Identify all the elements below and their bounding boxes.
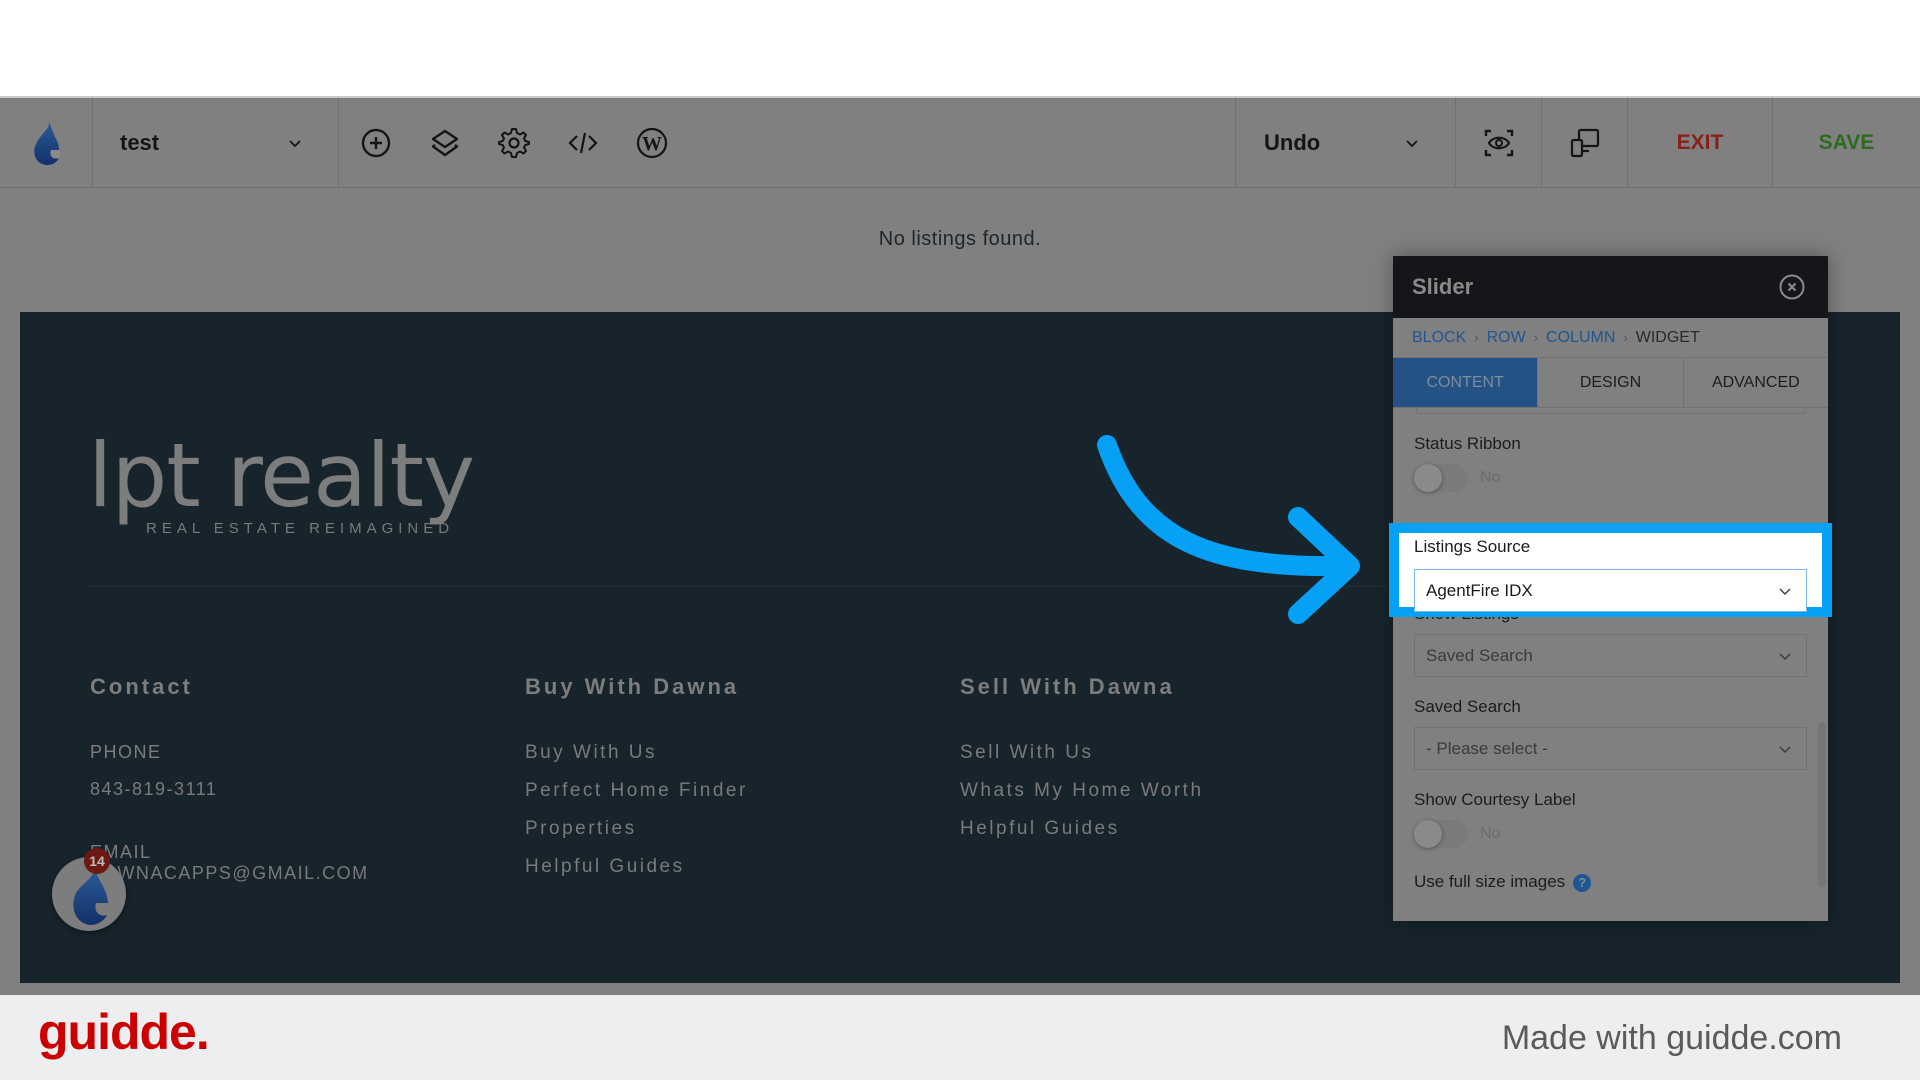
buy-column: Buy With Dawna Buy With Us Perfect Home …: [525, 674, 748, 894]
footer-link[interactable]: Sell With Us: [960, 742, 1204, 764]
no-listings-message: No listings found.: [878, 228, 1042, 250]
footer-link[interactable]: Helpful Guides: [960, 818, 1204, 840]
notification-badge: 14: [84, 848, 110, 874]
responsive-devices-icon: [1570, 128, 1599, 157]
flame-logo-icon: [34, 119, 61, 165]
layers-button[interactable]: [424, 122, 466, 164]
show-courtesy-label-field: Show Courtesy Label No: [1414, 790, 1807, 848]
logo-button[interactable]: [0, 98, 93, 187]
footer-link[interactable]: Whats My Home Worth: [960, 780, 1204, 802]
preview-eye-icon: [1484, 129, 1513, 156]
saved-search-field: Saved Search - Please select -: [1414, 697, 1807, 770]
page-selector-dropdown[interactable]: test: [93, 98, 339, 187]
use-full-size-images-text: Use full size images: [1414, 872, 1566, 891]
breadcrumb-separator-icon: ›: [1533, 330, 1539, 345]
toolbar-tools: W: [339, 98, 1236, 187]
chevron-down-icon: [1779, 746, 1791, 753]
responsive-view-button[interactable]: [1542, 98, 1628, 187]
saved-search-select[interactable]: - Please select -: [1414, 727, 1807, 770]
page-selector-label: test: [120, 129, 160, 155]
tab-content[interactable]: CONTENT: [1393, 358, 1539, 407]
status-ribbon-toggle[interactable]: [1414, 464, 1468, 492]
made-with-guidde: Made with guidde.com: [1501, 1019, 1842, 1057]
gear-icon: [498, 127, 530, 158]
show-courtesy-label-toggle[interactable]: [1414, 820, 1468, 848]
email-value[interactable]: DAWNACAPPS@GMAIL.COM: [90, 863, 369, 884]
footer-link[interactable]: Buy With Us: [525, 742, 748, 764]
chevron-down-icon: [1779, 653, 1791, 660]
status-ribbon-label: Status Ribbon: [1414, 434, 1521, 453]
listings-source-select[interactable]: AgentFire IDX: [1414, 569, 1807, 612]
saved-search-value: - Please select -: [1426, 738, 1548, 758]
sell-column: Sell With Dawna Sell With Us Whats My Ho…: [960, 674, 1204, 856]
email-label: EMAIL: [90, 842, 152, 862]
code-icon: [568, 132, 598, 153]
preview-button[interactable]: [1456, 98, 1542, 187]
breadcrumb-separator-icon: ›: [1623, 330, 1628, 345]
chevron-down-icon: [1779, 588, 1791, 595]
panel-header: Slider: [1393, 256, 1828, 318]
undo-label: Undo: [1264, 129, 1321, 155]
panel-body: Status Ribbon No Show Listings Saved Sea…: [1393, 408, 1828, 892]
top-blank-strip: [0, 0, 1920, 96]
panel-title: Slider: [1412, 274, 1474, 299]
show-courtesy-label-label: Show Courtesy Label: [1414, 790, 1576, 809]
chevron-down-icon: [289, 139, 301, 147]
chevron-down-icon: [1406, 139, 1418, 147]
phone-value[interactable]: 843-819-3111: [90, 779, 369, 800]
phone-label: PHONE: [90, 742, 162, 762]
listings-source-value: AgentFire IDX: [1426, 580, 1533, 600]
show-courtesy-label-value: No: [1480, 825, 1501, 842]
tab-design[interactable]: DESIGN: [1538, 358, 1684, 407]
help-icon[interactable]: ?: [1573, 873, 1592, 892]
footer-link[interactable]: Helpful Guides: [525, 856, 748, 878]
panel-scrollbar[interactable]: [1818, 722, 1826, 887]
footer-link[interactable]: Perfect Home Finder: [525, 780, 748, 802]
breadcrumb: BLOCK › ROW › COLUMN › WIDGET: [1393, 318, 1828, 358]
breadcrumb-row[interactable]: ROW: [1487, 329, 1526, 347]
wordpress-icon: W: [636, 127, 668, 158]
tab-advanced[interactable]: ADVANCED: [1684, 358, 1828, 407]
settings-button[interactable]: [493, 122, 535, 164]
status-ribbon-field: Status Ribbon No: [1414, 434, 1807, 492]
layers-icon: [431, 129, 459, 156]
contact-column: Contact PHONE 843-819-3111 EMAIL DAWNACA…: [90, 674, 369, 884]
brand-logo: lpt realty REAL ESTATE REIMAGINED: [88, 424, 475, 538]
wordpress-button[interactable]: W: [631, 122, 673, 164]
breadcrumb-widget: WIDGET: [1635, 328, 1700, 346]
brand-tagline: REAL ESTATE REIMAGINED: [146, 520, 455, 537]
contact-heading: Contact: [90, 674, 193, 699]
breadcrumb-column[interactable]: COLUMN: [1546, 329, 1615, 347]
screenshot: test W Undo EXIT SAVE No listings found.…: [0, 0, 1920, 1080]
guidde-logo: guidde.: [38, 1004, 210, 1060]
add-circle-icon: [361, 128, 391, 157]
footer-divider: [88, 586, 1388, 587]
previous-field-edge: [1416, 408, 1805, 414]
editor-toolbar: test W Undo EXIT SAVE: [0, 96, 1920, 188]
footer-link[interactable]: Properties: [525, 818, 748, 840]
exit-button[interactable]: EXIT: [1628, 98, 1773, 187]
custom-code-button[interactable]: [562, 122, 604, 164]
svg-text:W: W: [642, 133, 662, 155]
listings-source-field-highlighted: Listings Source AgentFire IDX: [1389, 523, 1832, 617]
save-button[interactable]: SAVE: [1773, 98, 1920, 187]
guidde-footer: guidde. Made with guidde.com: [0, 995, 1920, 1080]
saved-search-label: Saved Search: [1414, 697, 1521, 716]
breadcrumb-separator-icon: ›: [1474, 330, 1479, 345]
listings-source-label: Listings Source: [1414, 537, 1531, 556]
sell-heading: Sell With Dawna: [960, 674, 1175, 699]
buy-heading: Buy With Dawna: [525, 674, 740, 699]
add-element-button[interactable]: [355, 122, 397, 164]
breadcrumb-block[interactable]: BLOCK: [1412, 329, 1466, 347]
panel-tabs: CONTENT DESIGN ADVANCED: [1393, 358, 1828, 408]
show-listings-select[interactable]: Saved Search: [1414, 634, 1807, 677]
use-full-size-images-field: Use full size images?: [1414, 872, 1807, 892]
status-ribbon-value: No: [1480, 469, 1501, 486]
use-full-size-images-label: Use full size images?: [1414, 872, 1807, 892]
close-icon[interactable]: [1778, 273, 1806, 301]
undo-dropdown[interactable]: Undo: [1236, 98, 1456, 187]
brand-name: lpt realty: [88, 424, 475, 527]
show-listings-value: Saved Search: [1426, 645, 1533, 665]
